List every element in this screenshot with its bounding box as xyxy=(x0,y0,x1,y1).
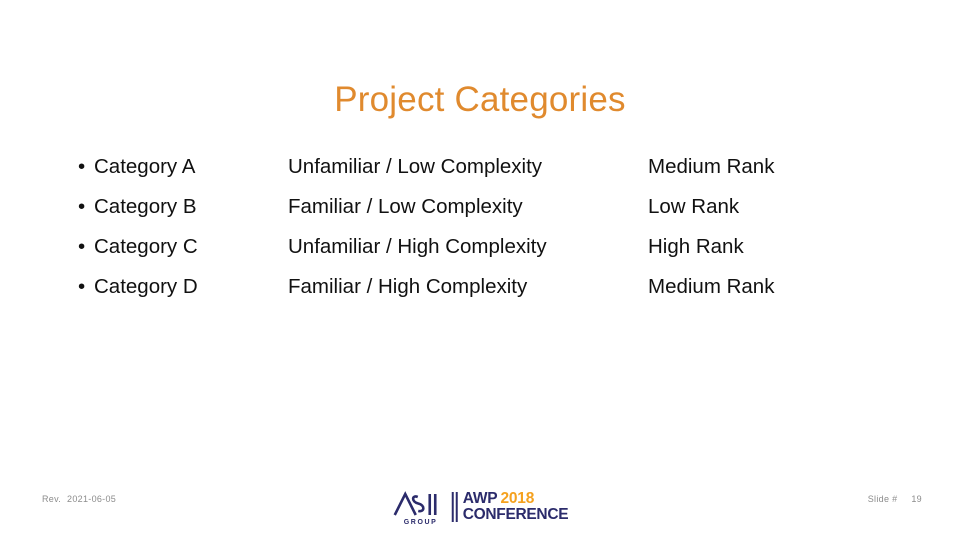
asi-group-logo-icon: GROUP xyxy=(392,488,448,526)
revision-date: 2021-06-05 xyxy=(67,494,117,504)
description-item: Familiar / High Complexity xyxy=(288,275,528,298)
page-title: Project Categories xyxy=(334,80,626,120)
description-item: Unfamiliar / High Complexity xyxy=(288,235,547,258)
logo-wordmark: AWP 2018 CONFERENCE xyxy=(463,491,569,523)
list-item: • Category B xyxy=(78,187,278,227)
rank-item: High Rank xyxy=(648,235,744,258)
slide-footer: Rev. 2021-06-05 GROUP AWP 2018 CONFERENC… xyxy=(0,486,960,540)
revision-info: Rev. 2021-06-05 xyxy=(42,494,116,504)
rank-item: Medium Rank xyxy=(648,275,775,298)
description-item: Unfamiliar / Low Complexity xyxy=(288,155,543,178)
list-item: • Category D xyxy=(78,267,278,307)
list-item: • Category C xyxy=(78,227,278,267)
logo-conference-text: CONFERENCE xyxy=(462,506,569,523)
slide-canvas: Project Categories • Category A • Category… xyxy=(0,0,960,540)
column-ranks: Medium Rank Low Rank High Rank Medium Ra… xyxy=(648,147,898,307)
logo-awp-text: AWP xyxy=(462,490,498,508)
logo-divider-icon xyxy=(451,492,458,522)
slide-number-value: 19 xyxy=(911,494,922,504)
category-label: Category B xyxy=(94,195,197,218)
list-item: • Category A xyxy=(78,147,278,187)
revision-label: Rev. xyxy=(42,494,62,504)
column-descriptions: Unfamiliar / Low Complexity Familiar / L… xyxy=(288,147,638,307)
category-label: Category D xyxy=(94,275,198,298)
category-label: Category A xyxy=(94,155,196,178)
logo-line-1: AWP 2018 xyxy=(463,491,569,507)
content-area: • Category A • Category B • Category C • Cat… xyxy=(0,147,960,307)
description-item: Familiar / Low Complexity xyxy=(288,195,523,218)
bullet-icon: • xyxy=(78,195,86,218)
logo-group-text: GROUP xyxy=(403,519,438,526)
bullet-icon: • xyxy=(78,235,86,258)
rank-item: Low Rank xyxy=(648,195,740,218)
bullet-icon: • xyxy=(78,275,86,298)
column-categories: • Category A • Category B • Category C • Cat… xyxy=(78,147,278,307)
logo-year-text: 2018 xyxy=(500,490,535,508)
category-label: Category C xyxy=(94,235,198,258)
rank-item: Medium Rank xyxy=(648,155,775,178)
slide-number-label: Slide # xyxy=(867,494,898,504)
bullet-icon: • xyxy=(78,155,86,178)
conference-logo: GROUP AWP 2018 CONFERENCE xyxy=(392,486,569,528)
slide-number-info: Slide # 19 xyxy=(868,494,922,504)
